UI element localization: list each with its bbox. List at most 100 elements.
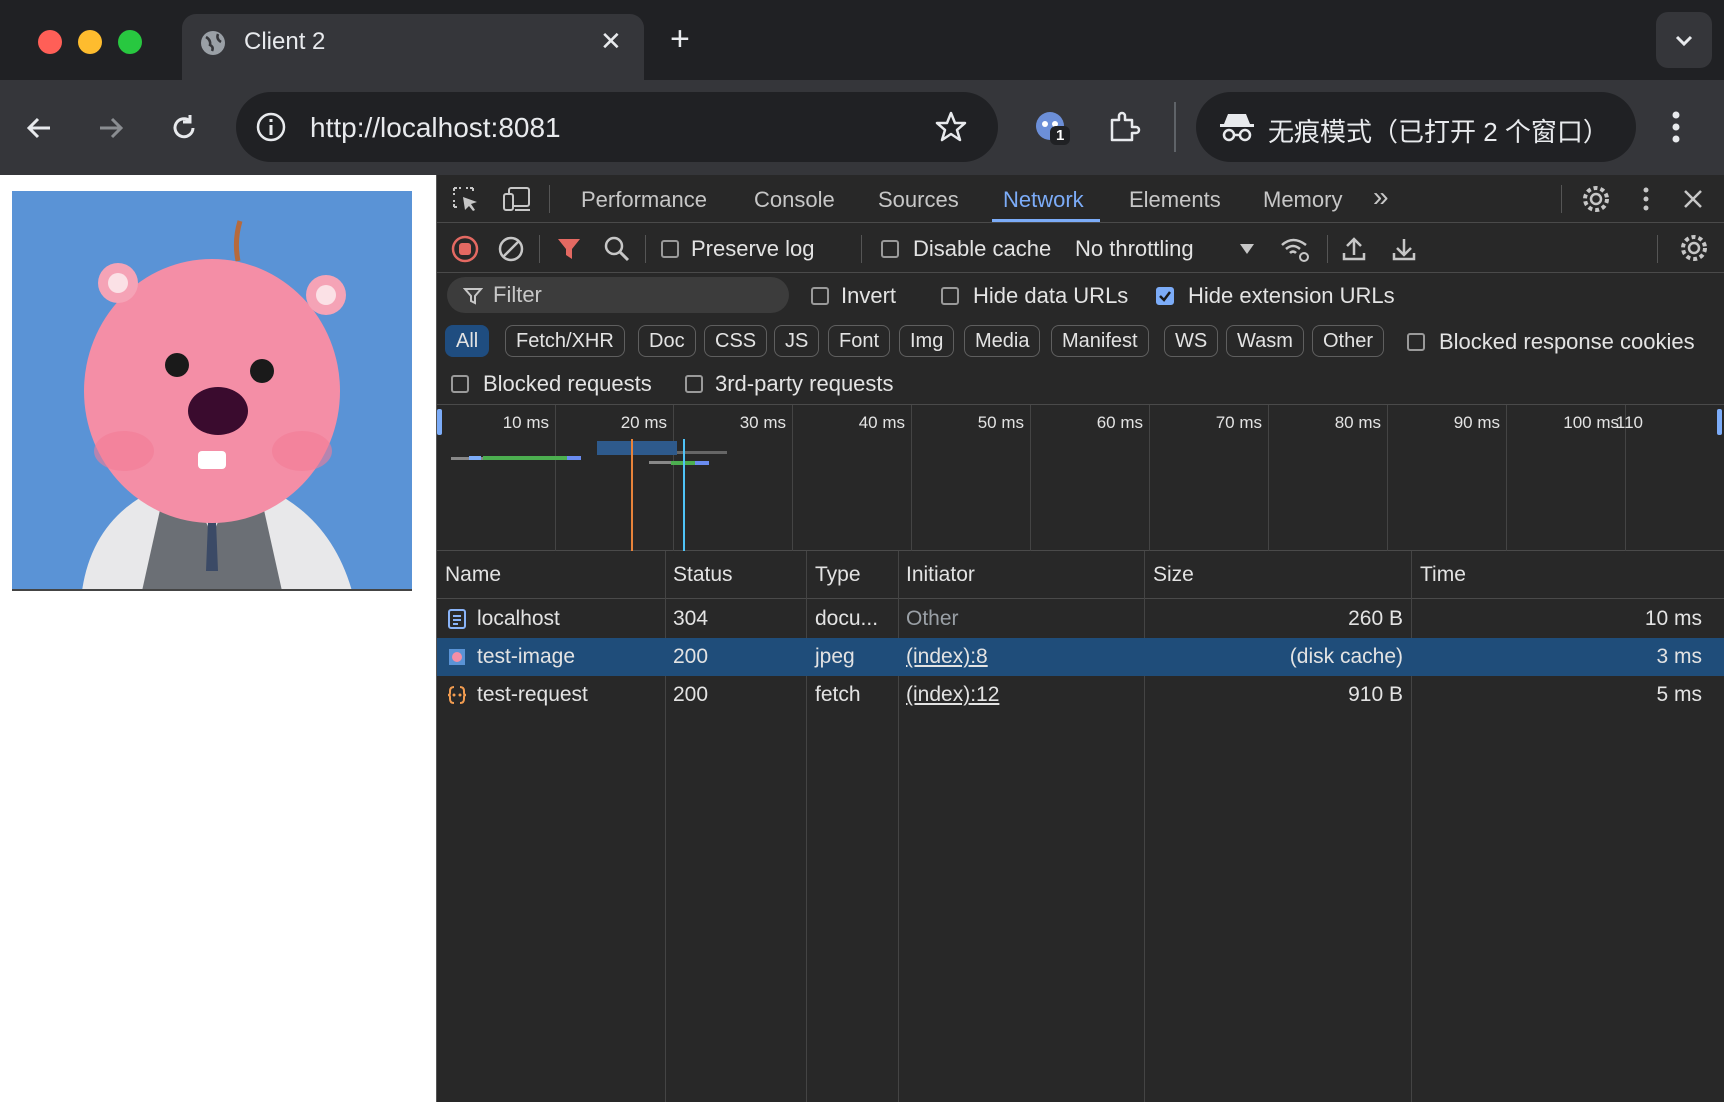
- tab-console[interactable]: Console: [754, 187, 835, 213]
- timeline-right-handle[interactable]: [1717, 409, 1722, 435]
- address-bar[interactable]: http://localhost:8081: [236, 92, 998, 162]
- invert-checkbox[interactable]: [811, 287, 829, 305]
- close-window-button[interactable]: [38, 30, 62, 54]
- hide-extension-urls-checkbox[interactable]: [1156, 287, 1174, 305]
- inspect-element-icon[interactable]: [451, 185, 479, 213]
- filter-input[interactable]: Filter: [447, 277, 789, 313]
- disable-cache-label: Disable cache: [913, 236, 1052, 261]
- column-size[interactable]: Size: [1153, 563, 1194, 587]
- column-name[interactable]: Name: [445, 563, 501, 587]
- stop-recording-icon[interactable]: [451, 235, 479, 263]
- close-devtools-button[interactable]: [1681, 187, 1705, 211]
- request-type: docu...: [815, 607, 879, 630]
- preserve-log-checkbox[interactable]: [661, 240, 679, 258]
- throttling-select[interactable]: No throttling: [1075, 236, 1194, 262]
- blocked-filters-row: Blocked requests 3rd-party requests: [437, 363, 1724, 405]
- hide-data-urls-checkbox[interactable]: [941, 287, 959, 305]
- timeline-left-handle[interactable]: [437, 409, 442, 435]
- extensions-icon[interactable]: [1106, 110, 1142, 146]
- third-party-requests-checkbox[interactable]: [685, 375, 703, 393]
- bookmark-star-icon[interactable]: [934, 110, 968, 144]
- preserve-log-label: Preserve log: [691, 236, 815, 261]
- minimize-window-button[interactable]: [78, 30, 102, 54]
- tab-performance[interactable]: Performance: [581, 187, 707, 213]
- gridline: [911, 405, 912, 551]
- browser-menu-button[interactable]: [1668, 108, 1684, 146]
- request-initiator-link[interactable]: (index):8: [906, 645, 988, 669]
- clear-icon[interactable]: [497, 235, 525, 263]
- network-conditions-icon[interactable]: [1279, 235, 1311, 263]
- column-time[interactable]: Time: [1420, 563, 1466, 587]
- timeline-tick: 30 ms: [739, 413, 786, 432]
- request-row-test-image[interactable]: test-image 200 jpeg (index):8 (disk cach…: [437, 638, 1724, 676]
- request-row-test-request[interactable]: test-request 200 fetch (index):12 910 B …: [437, 676, 1724, 714]
- divider: [549, 185, 550, 213]
- type-filter-font[interactable]: Font: [828, 325, 891, 357]
- gridline: [1387, 405, 1388, 551]
- type-filter-manifest[interactable]: Manifest: [1051, 325, 1149, 357]
- column-type[interactable]: Type: [815, 563, 861, 587]
- more-tabs-button[interactable]: »: [1373, 181, 1389, 213]
- devtools-menu-button[interactable]: [1641, 185, 1651, 213]
- back-button[interactable]: [24, 112, 56, 144]
- request-initiator-link[interactable]: (index):12: [906, 683, 999, 707]
- beaver-character-image: [12, 191, 412, 589]
- network-settings-gear-icon[interactable]: [1679, 233, 1709, 263]
- url-text[interactable]: http://localhost:8081: [310, 112, 561, 144]
- tab-memory[interactable]: Memory: [1263, 187, 1342, 213]
- request-status: 200: [673, 645, 709, 668]
- column-status[interactable]: Status: [673, 563, 733, 587]
- request-name: localhost: [477, 607, 560, 630]
- type-filter-fetch-xhr[interactable]: Fetch/XHR: [505, 325, 625, 357]
- tab-elements[interactable]: Elements: [1129, 187, 1221, 213]
- type-filter-all[interactable]: All: [445, 325, 490, 357]
- export-har-icon[interactable]: [1391, 235, 1417, 263]
- blocked-requests-checkbox[interactable]: [451, 375, 469, 393]
- tab-strip: Client 2 ✕ +: [0, 0, 1724, 80]
- divider: [645, 235, 646, 263]
- request-time: 5 ms: [1656, 683, 1702, 706]
- tab-sources[interactable]: Sources: [878, 187, 959, 213]
- device-toolbar-icon[interactable]: [501, 185, 533, 213]
- request-row-localhost[interactable]: localhost 304 docu... Other 260 B 10 ms: [437, 600, 1724, 638]
- type-filter-ws[interactable]: WS: [1164, 325, 1219, 357]
- disable-cache-checkbox[interactable]: [881, 240, 899, 258]
- type-filter-css[interactable]: CSS: [704, 325, 768, 357]
- column-initiator[interactable]: Initiator: [906, 563, 975, 587]
- type-filter-img[interactable]: Img: [899, 325, 955, 357]
- divider: [861, 235, 862, 263]
- request-name: test-request: [477, 683, 588, 706]
- filter-icon[interactable]: [555, 235, 583, 263]
- gridline: [555, 405, 556, 551]
- new-tab-button[interactable]: +: [670, 20, 690, 59]
- resource-type-filters: All Fetch/XHR Doc CSS JS Font Img Media …: [437, 319, 1724, 363]
- dropdown-arrow-icon[interactable]: [1239, 243, 1255, 255]
- import-har-icon[interactable]: [1341, 235, 1367, 263]
- tab-network[interactable]: Network: [1003, 187, 1084, 213]
- close-tab-button[interactable]: ✕: [600, 26, 622, 57]
- site-info-icon[interactable]: [254, 110, 288, 144]
- type-filter-other[interactable]: Other: [1312, 325, 1385, 357]
- tab-search-button[interactable]: [1656, 12, 1712, 68]
- divider: [539, 235, 540, 263]
- type-filter-js[interactable]: JS: [774, 325, 820, 357]
- settings-gear-icon[interactable]: [1581, 184, 1611, 214]
- type-filter-doc[interactable]: Doc: [638, 325, 696, 357]
- browser-tab[interactable]: Client 2 ✕: [182, 14, 644, 80]
- request-size: (disk cache): [1289, 645, 1403, 668]
- type-filter-wasm[interactable]: Wasm: [1226, 325, 1304, 357]
- incognito-button[interactable]: 无痕模式（已打开 2 个窗口）: [1196, 92, 1636, 162]
- forward-button[interactable]: [94, 112, 126, 144]
- globe-icon: [201, 31, 225, 55]
- dom-content-loaded-marker: [631, 439, 633, 551]
- incognito-label: 无痕模式（已打开 2 个窗口）: [1268, 117, 1609, 147]
- extension-button[interactable]: 1: [1034, 110, 1074, 150]
- network-timeline-overview[interactable]: 10 ms 20 ms 30 ms 40 ms 50 ms 60 ms 70 m…: [437, 405, 1724, 551]
- web-page: [0, 175, 436, 1102]
- reload-button[interactable]: [168, 112, 200, 144]
- timeline-tick: 50 ms: [977, 413, 1024, 432]
- search-icon[interactable]: [603, 235, 631, 263]
- maximize-window-button[interactable]: [118, 30, 142, 54]
- blocked-response-cookies-checkbox[interactable]: [1407, 333, 1425, 351]
- type-filter-media[interactable]: Media: [964, 325, 1041, 357]
